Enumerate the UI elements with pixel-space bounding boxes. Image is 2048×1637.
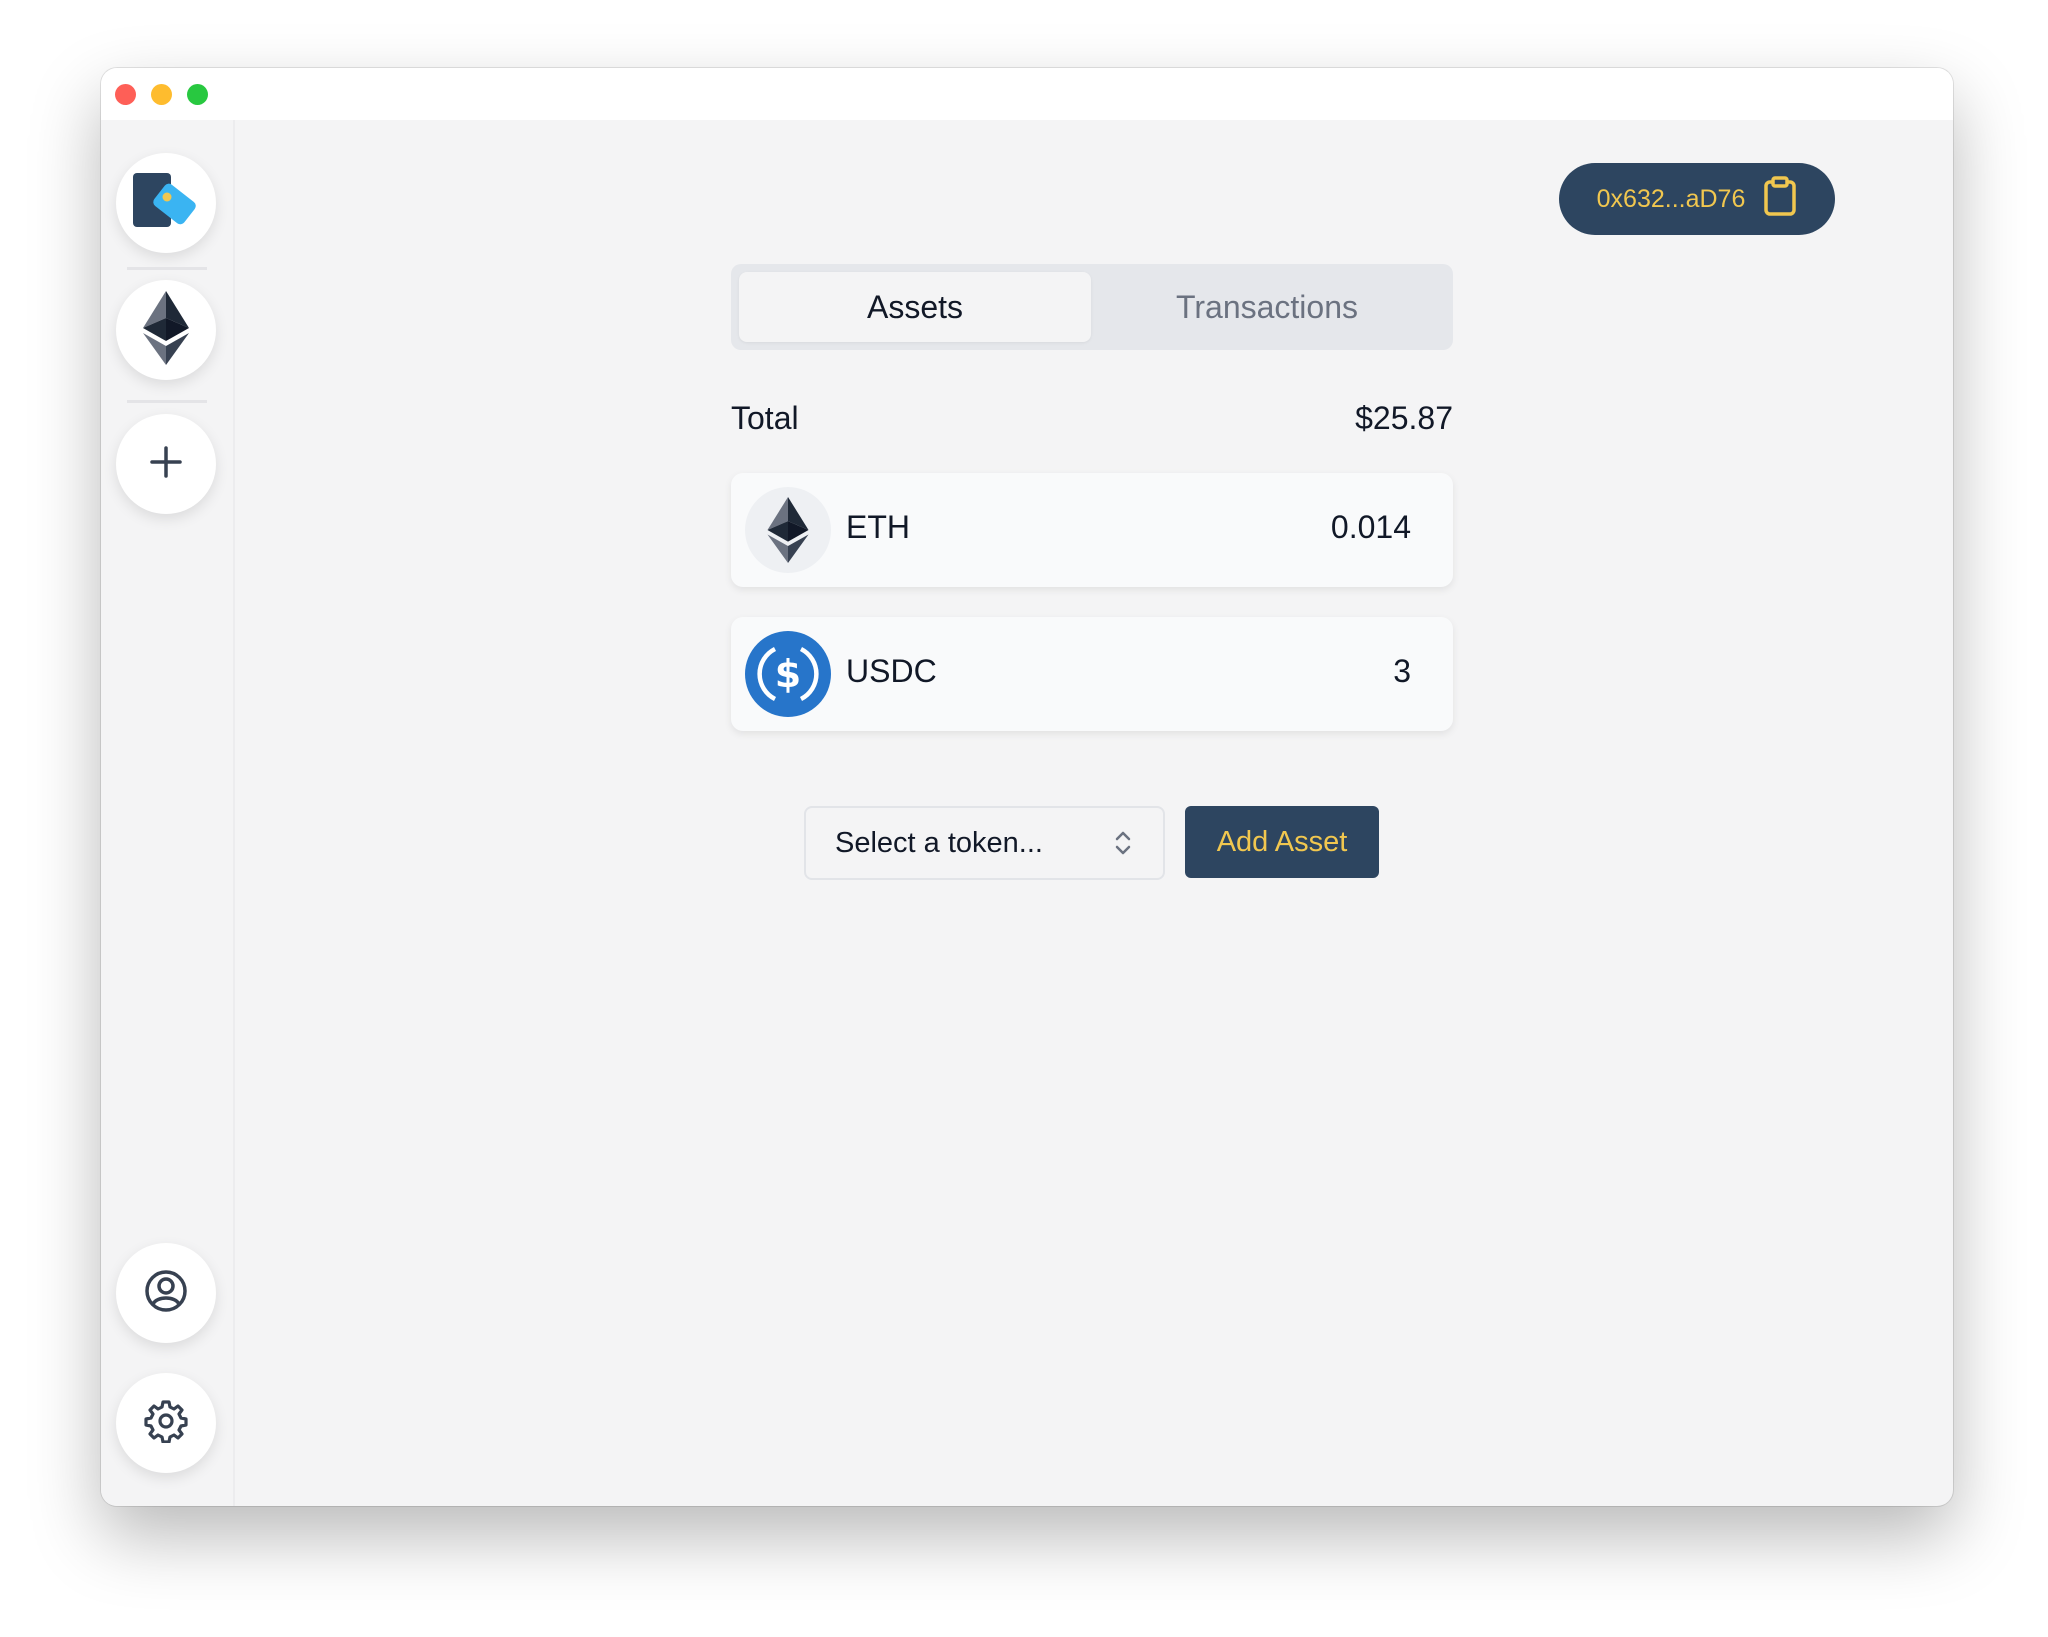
asset-amount: 3: [1393, 653, 1411, 689]
wallet-logo-icon: [131, 171, 201, 236]
total-label: Total: [731, 400, 799, 436]
clipboard-icon: [1763, 175, 1797, 223]
app-logo-button[interactable]: [116, 153, 216, 253]
network-ethereum-button[interactable]: [116, 280, 216, 380]
ethereum-icon: [745, 487, 831, 573]
sidebar-divider: [127, 400, 207, 403]
usdc-icon: $: [745, 631, 831, 717]
token-select[interactable]: Select a token...: [804, 806, 1165, 880]
title-bar: [101, 68, 1953, 120]
total-value: $25.87: [1355, 400, 1453, 436]
user-circle-icon: [144, 1269, 188, 1318]
settings-button[interactable]: [116, 1373, 216, 1473]
app-window: 0x632...aD76 Assets Transactions Total $…: [101, 68, 1953, 1506]
maximize-window-button[interactable]: [187, 84, 208, 105]
asset-symbol: ETH: [846, 509, 910, 545]
sidebar-divider: [127, 267, 207, 270]
plus-icon: [149, 445, 183, 484]
asset-amount: 0.014: [1330, 509, 1411, 545]
asset-row-eth[interactable]: ETH 0.014: [731, 473, 1453, 587]
tab-transactions[interactable]: Transactions: [1091, 272, 1443, 342]
token-select-value: Select a token...: [835, 827, 1043, 859]
wallet-address: 0x632...aD76: [1596, 184, 1746, 213]
account-button[interactable]: [116, 1243, 216, 1343]
minimize-window-button[interactable]: [151, 84, 172, 105]
svg-text:$: $: [775, 652, 801, 696]
tab-bar: Assets Transactions: [731, 264, 1453, 350]
add-asset-button[interactable]: Add Asset: [1185, 806, 1379, 878]
asset-row-usdc[interactable]: $ USDC 3: [731, 617, 1453, 731]
add-network-button[interactable]: [116, 414, 216, 514]
chevron-up-down-icon: [1113, 828, 1133, 863]
sidebar: [101, 120, 235, 1506]
address-copy-button[interactable]: 0x632...aD76: [1559, 163, 1835, 235]
gear-icon: [144, 1399, 188, 1448]
asset-symbol: USDC: [846, 653, 937, 689]
ethereum-icon: [143, 290, 189, 370]
tab-assets[interactable]: Assets: [739, 272, 1091, 342]
close-window-button[interactable]: [115, 84, 136, 105]
